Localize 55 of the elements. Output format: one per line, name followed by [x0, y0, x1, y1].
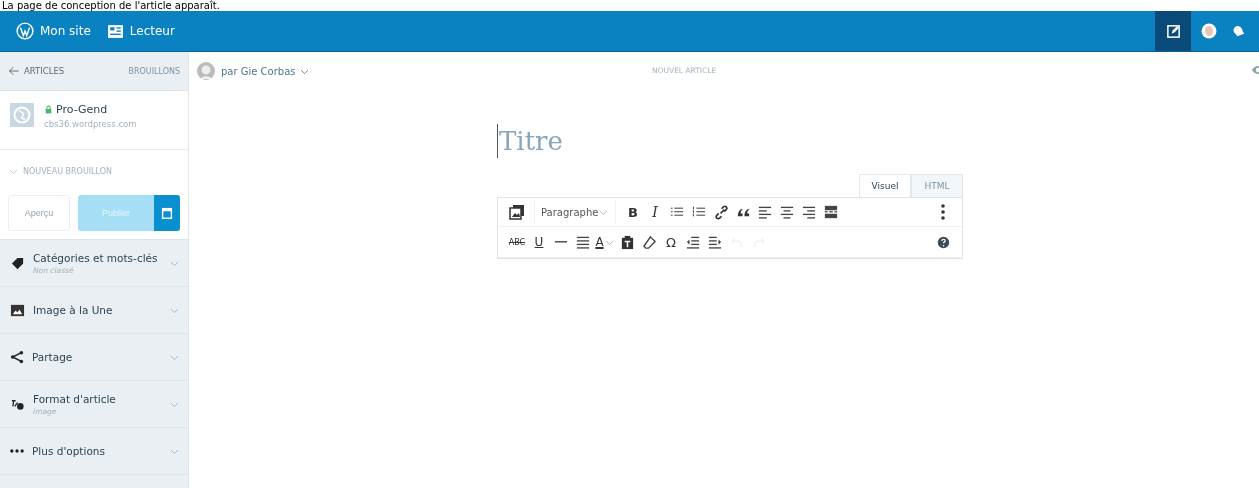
- eraser-icon: [641, 234, 657, 250]
- user-avatar-icon: [197, 62, 215, 80]
- logo-icon: [16, 22, 34, 40]
- write-button[interactable]: [1155, 11, 1191, 51]
- underline-button[interactable]: U: [528, 230, 550, 254]
- align-center-icon: [780, 205, 794, 219]
- select-button[interactable]: Paragraphe: [534, 200, 616, 224]
- calendar-icon: [160, 206, 174, 220]
- bell-icon: [1232, 24, 1246, 38]
- numbered-list-icon: [692, 205, 706, 219]
- section-label: Partage: [32, 351, 74, 363]
- lock-icon: [44, 105, 53, 114]
- bold-button[interactable]: B: [622, 200, 644, 224]
- back-arrow-icon: [8, 65, 20, 77]
- draft-status: NOUVEAU BROUILLON: [23, 167, 112, 176]
- bullet-list-icon: [670, 205, 684, 219]
- avatar-icon: [1201, 23, 1217, 39]
- sidebar-section[interactable]: Image à la Une: [0, 287, 188, 334]
- char-button[interactable]: Ω: [660, 230, 682, 254]
- caption-text: La page de conception de l'article apparaît.: [1, 0, 221, 11]
- site-name: Pro-Gend: [56, 103, 108, 116]
- share-icon: [10, 350, 24, 364]
- align-left-icon: [758, 205, 772, 219]
- read-more-icon: [824, 205, 838, 219]
- section-label: Plus d'options: [32, 445, 106, 457]
- write-icon: [1165, 23, 1181, 39]
- image-icon: [10, 302, 25, 318]
- justify-icon: [576, 235, 590, 249]
- clipboard-icon: [619, 234, 635, 250]
- masterbar-link[interactable]: Mon site: [8, 11, 99, 51]
- ellipsis-icon: [10, 449, 24, 453]
- editor-tab[interactable]: Visuel: [859, 174, 911, 197]
- reader-icon: [106, 22, 124, 40]
- italic-button[interactable]: I: [644, 200, 666, 224]
- help-icon: [936, 235, 950, 249]
- author-dropdown[interactable]: par Gie Corbas: [221, 65, 310, 77]
- color-button[interactable]: A: [594, 230, 616, 254]
- section-label: Catégories et mots-clés: [33, 251, 159, 264]
- outdent-icon: [686, 235, 700, 249]
- site-card[interactable]: Pro-Gend cbs36.wordpress.com: [0, 91, 188, 150]
- section-label: Image à la Une: [33, 304, 114, 316]
- link-icon: [713, 204, 729, 220]
- indent-icon: [708, 235, 722, 249]
- site-url: cbs36.wordpress.com: [44, 119, 137, 129]
- strike-button[interactable]: ABC: [506, 230, 528, 254]
- schedule-button[interactable]: [154, 195, 180, 231]
- media-icon: [509, 204, 525, 220]
- sidebar-section[interactable]: Plus d'options: [0, 428, 188, 475]
- masterbar-link[interactable]: Lecteur: [98, 11, 183, 51]
- align-right-icon: [802, 205, 816, 219]
- section-label: Format d'article: [33, 392, 117, 405]
- sidebar-section[interactable]: Partage: [0, 334, 188, 381]
- tag-icon: [10, 255, 25, 271]
- back-link[interactable]: ARTICLES: [8, 65, 65, 77]
- site-icon: [10, 103, 34, 127]
